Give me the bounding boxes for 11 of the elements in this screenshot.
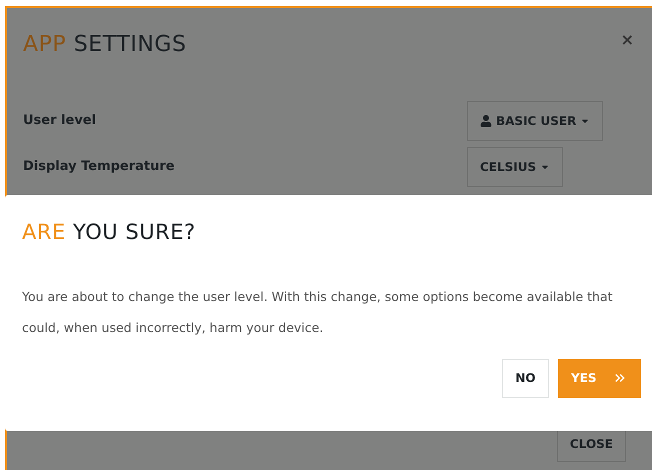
setting-label: Display Temperature: [23, 158, 176, 176]
user-icon: [480, 115, 492, 127]
settings-title: APP SETTINGS: [23, 31, 186, 59]
yes-button[interactable]: YES: [558, 358, 641, 398]
dropdown-button[interactable]: BASIC USER: [467, 101, 604, 141]
dialog-title: ARE YOU SURE?: [22, 219, 197, 246]
setting-label: User level: [23, 112, 98, 130]
dialog-message: You are about to change the user level. With this change, some options become available that could, when used incorrectly, harm your device.: [22, 288, 614, 337]
dropdown-button[interactable]: CELSIUS: [467, 147, 564, 187]
no-button[interactable]: NO: [502, 358, 549, 398]
close-button[interactable]: ×: [620, 28, 634, 52]
